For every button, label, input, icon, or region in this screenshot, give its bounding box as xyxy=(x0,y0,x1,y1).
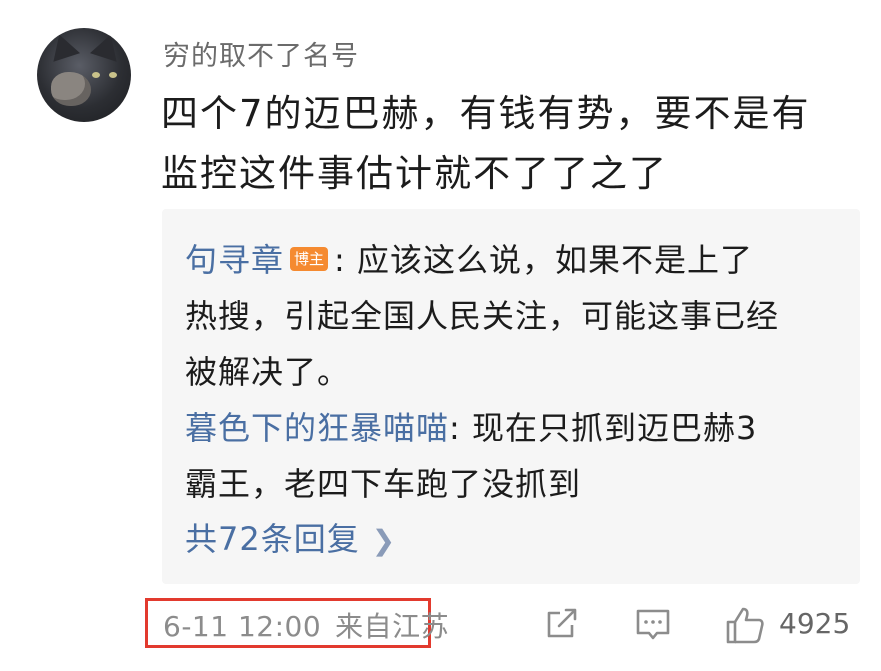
replies-box[interactable]: 句寻章 博主: 应该这么说，如果不是上了 热搜，引起全国人民关注，可能这事已经 被… xyxy=(162,209,860,584)
cat-avatar-icon[interactable] xyxy=(37,28,131,122)
chevron-right-icon: ❯ xyxy=(371,524,397,557)
reply-text-line-2: 热搜，引起全国人民关注，可能这事已经 xyxy=(185,297,780,335)
avatar-paw xyxy=(51,72,91,106)
reply-text-line-3: 被解决了。 xyxy=(185,353,351,391)
reply-item[interactable]: 句寻章 博主: 应该这么说，如果不是上了 热搜，引起全国人民关注，可能这事已经 被… xyxy=(185,232,845,400)
reply-author[interactable]: 暮色下的狂暴喵喵 xyxy=(185,409,449,447)
avatar-eye-right xyxy=(109,72,117,78)
reply-text-line-1: : 应该这么说，如果不是上了 xyxy=(334,241,753,279)
avatar-eye-left xyxy=(92,72,100,78)
reply-button[interactable] xyxy=(632,603,674,647)
reply-text-line-2: 霸王，老四下车跑了没抓到 xyxy=(185,465,582,503)
comment-card: 穷的取不了名号 四个7的迈巴赫，有钱有势，要不是有 监控这件事估计就不了了之了 … xyxy=(0,0,881,671)
reply-item[interactable]: 暮色下的狂暴喵喵: 现在只抓到迈巴赫3 霸王，老四下车跑了没抓到 xyxy=(185,400,845,512)
author-badge: 博主 xyxy=(290,247,329,271)
timestamp: 6-11 12:00 xyxy=(163,610,322,643)
comment-text-line-1: 四个7的迈巴赫，有钱有势，要不是有 xyxy=(161,92,811,135)
comment-meta: 6-11 12:00 来自江苏 xyxy=(163,605,449,645)
view-all-replies-link[interactable]: 共72条回复 ❯ xyxy=(185,514,396,566)
comment-text: 四个7的迈巴赫，有钱有势，要不是有 监控这件事估计就不了了之了 xyxy=(161,84,861,204)
share-button[interactable] xyxy=(542,603,582,647)
thumbs-up-icon xyxy=(726,607,764,644)
view-all-replies-label: 共72条回复 xyxy=(185,520,360,558)
location: 来自江苏 xyxy=(335,610,450,643)
comment-icon xyxy=(636,609,670,640)
like-button[interactable]: 4925 xyxy=(723,603,853,647)
avatar-ear-left xyxy=(45,30,81,62)
share-icon xyxy=(547,608,577,638)
like-count: 4925 xyxy=(779,607,851,640)
comment-text-line-2: 监控这件事估计就不了了之了 xyxy=(161,152,668,195)
comment-username[interactable]: 穷的取不了名号 xyxy=(163,34,359,73)
reply-author[interactable]: 句寻章 xyxy=(185,241,284,279)
avatar-ear-right xyxy=(89,30,125,62)
reply-text-line-1: : 现在只抓到迈巴赫3 xyxy=(449,409,758,447)
